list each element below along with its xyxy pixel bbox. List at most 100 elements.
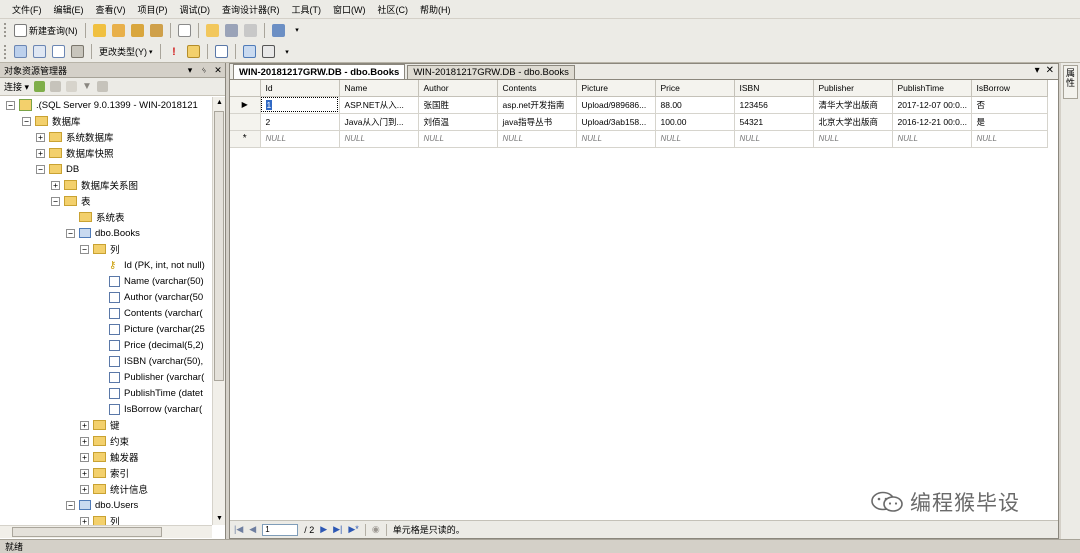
table-cell[interactable]: 2017-12-07 00:0... [892, 96, 972, 114]
column-header[interactable]: Picture [576, 80, 656, 97]
menu-edit[interactable]: 编辑(E) [48, 3, 90, 16]
table-cell[interactable]: Upload/3ab158... [576, 113, 656, 131]
table-cell[interactable]: NULL [892, 130, 972, 148]
table-cell[interactable]: NULL [497, 130, 577, 148]
tree-node-column-isbn[interactable]: ISBN (varchar(50), [109, 353, 203, 369]
table-cell[interactable]: asp.net开发指南 [497, 96, 577, 114]
expand-icon[interactable]: + [80, 436, 89, 446]
group-by-button[interactable] [213, 43, 230, 60]
scroll-thumb[interactable] [12, 527, 162, 537]
expand-icon[interactable]: + [51, 180, 60, 190]
column-header[interactable]: Price [655, 80, 735, 97]
expand-icon[interactable]: + [80, 484, 89, 494]
table-cell[interactable]: ASP.NET从入... [339, 96, 419, 114]
collapse-icon[interactable]: − [36, 164, 45, 174]
tree-node-column-publishtime[interactable]: PublishTime (datet [109, 385, 203, 401]
execute-sql-button[interactable]: ! [166, 43, 183, 60]
table-cell[interactable]: NULL [971, 130, 1048, 148]
tree-node-system-tables[interactable]: 系统表 [79, 209, 125, 225]
table-cell[interactable]: NULL [734, 130, 814, 148]
table-cell[interactable]: Java从入门到... [339, 113, 419, 131]
refresh-icon[interactable] [96, 81, 108, 92]
expand-icon[interactable]: + [80, 420, 89, 430]
menu-query-designer[interactable]: 查询设计器(R) [216, 3, 286, 16]
table-cell[interactable]: 54321 [734, 113, 814, 131]
last-record-icon[interactable]: ▶| [333, 524, 342, 535]
menu-view[interactable]: 查看(V) [90, 3, 132, 16]
next-record-icon[interactable]: ▶ [320, 524, 327, 535]
menu-community[interactable]: 社区(C) [372, 3, 415, 16]
add-table-button[interactable] [241, 43, 258, 60]
show-sql-pane-button[interactable] [50, 43, 67, 60]
table-cell[interactable]: 张国胜 [418, 96, 498, 114]
horizontal-scrollbar[interactable] [0, 525, 212, 538]
new-row[interactable]: * NULL NULL NULL NULL NULL NULL NULL NUL… [230, 130, 1048, 148]
collapse-icon[interactable]: − [66, 500, 75, 510]
menu-tools[interactable]: 工具(T) [286, 3, 328, 16]
column-header[interactable]: ISBN [734, 80, 814, 97]
activity-monitor-button[interactable] [270, 22, 287, 39]
column-header[interactable]: Id [260, 80, 340, 97]
add-derived-table-button[interactable] [260, 43, 277, 60]
column-header[interactable]: Name [339, 80, 419, 97]
properties-tab[interactable]: 属性 [1063, 65, 1078, 99]
stop-icon[interactable] [66, 81, 78, 92]
expand-icon[interactable]: + [80, 452, 89, 462]
menu-file[interactable]: 文件(F) [6, 3, 48, 16]
connect-button[interactable]: 连接 ▾ [4, 80, 29, 93]
save-button[interactable] [223, 22, 240, 39]
db-engine-query-button[interactable] [91, 22, 108, 39]
filter-icon[interactable]: ▼ [82, 81, 92, 92]
table-cell[interactable]: 否 [971, 96, 1048, 114]
toolbar-overflow[interactable]: ▾ [289, 22, 306, 39]
menu-help[interactable]: 帮助(H) [414, 3, 457, 16]
first-record-icon[interactable]: |◀ [234, 524, 243, 535]
toolbar-grip[interactable] [4, 23, 7, 37]
tree-node-diagrams[interactable]: + 数据库关系图 [51, 177, 138, 193]
table-cell[interactable]: 清华大学出版商 [813, 96, 893, 114]
table-cell[interactable]: NULL [339, 130, 419, 148]
tree-node-column-picture[interactable]: Picture (varchar(25 [109, 321, 205, 337]
column-header[interactable]: IsBorrow [971, 80, 1048, 97]
toolbar-overflow[interactable]: ▾ [279, 43, 296, 60]
scroll-down-icon[interactable]: ▼ [213, 513, 226, 525]
show-results-pane-button[interactable] [69, 43, 86, 60]
row-selector[interactable]: ▶ [230, 96, 261, 114]
table-cell[interactable]: 2016-12-21 00:0... [892, 113, 972, 131]
tab-list-icon[interactable]: ▾ [1035, 65, 1040, 76]
table-cell[interactable]: NULL [576, 130, 656, 148]
tree-node-server[interactable]: − . (SQL Server 9.0.1399 - WIN-2018121 [6, 97, 198, 113]
previous-record-icon[interactable]: ◀ [249, 524, 256, 535]
table-cell[interactable]: NULL [260, 130, 340, 148]
table-cell[interactable]: 2 [260, 113, 340, 131]
tree-node-column-id[interactable]: ⚷ Id (PK, int, not null) [109, 257, 205, 273]
table-cell[interactable]: NULL [418, 130, 498, 148]
scroll-thumb[interactable] [214, 111, 224, 381]
collapse-icon[interactable]: − [22, 116, 31, 126]
table-cell[interactable]: java指导丛书 [497, 113, 577, 131]
table-cell[interactable]: 123456 [734, 96, 814, 114]
new-file-button[interactable] [176, 22, 193, 39]
tree-node-column-name[interactable]: Name (varchar(50) [109, 273, 204, 289]
table-cell[interactable]: 100.00 [655, 113, 735, 131]
collapse-icon[interactable]: − [80, 244, 89, 254]
current-record-input[interactable] [262, 523, 299, 536]
expand-icon[interactable]: + [36, 132, 45, 142]
tree-node-columns[interactable]: − 列 [80, 241, 120, 257]
expand-icon[interactable]: + [36, 148, 45, 158]
table-cell[interactable]: 1 [260, 96, 340, 114]
row-selector[interactable] [230, 113, 261, 131]
column-header[interactable]: Author [418, 80, 498, 97]
pin-icon[interactable]: ᛃ [197, 65, 211, 75]
tree-node-constraints[interactable]: + 约束 [80, 433, 129, 449]
collapse-icon[interactable]: − [6, 100, 15, 110]
scroll-up-icon[interactable]: ▲ [213, 97, 226, 109]
new-query-button[interactable]: 新建查询(N) [12, 22, 80, 39]
mdx-query-button[interactable] [129, 22, 146, 39]
tree-node-system-databases[interactable]: + 系统数据库 [36, 129, 114, 145]
tree-node-column-isborrow[interactable]: IsBorrow (varchar( [109, 401, 202, 417]
table-cell[interactable]: NULL [655, 130, 735, 148]
column-header[interactable]: PublishTime [892, 80, 972, 97]
tree-node-users-columns[interactable]: + 列 [80, 513, 120, 525]
dropdown-icon[interactable]: ▾ [183, 65, 197, 76]
